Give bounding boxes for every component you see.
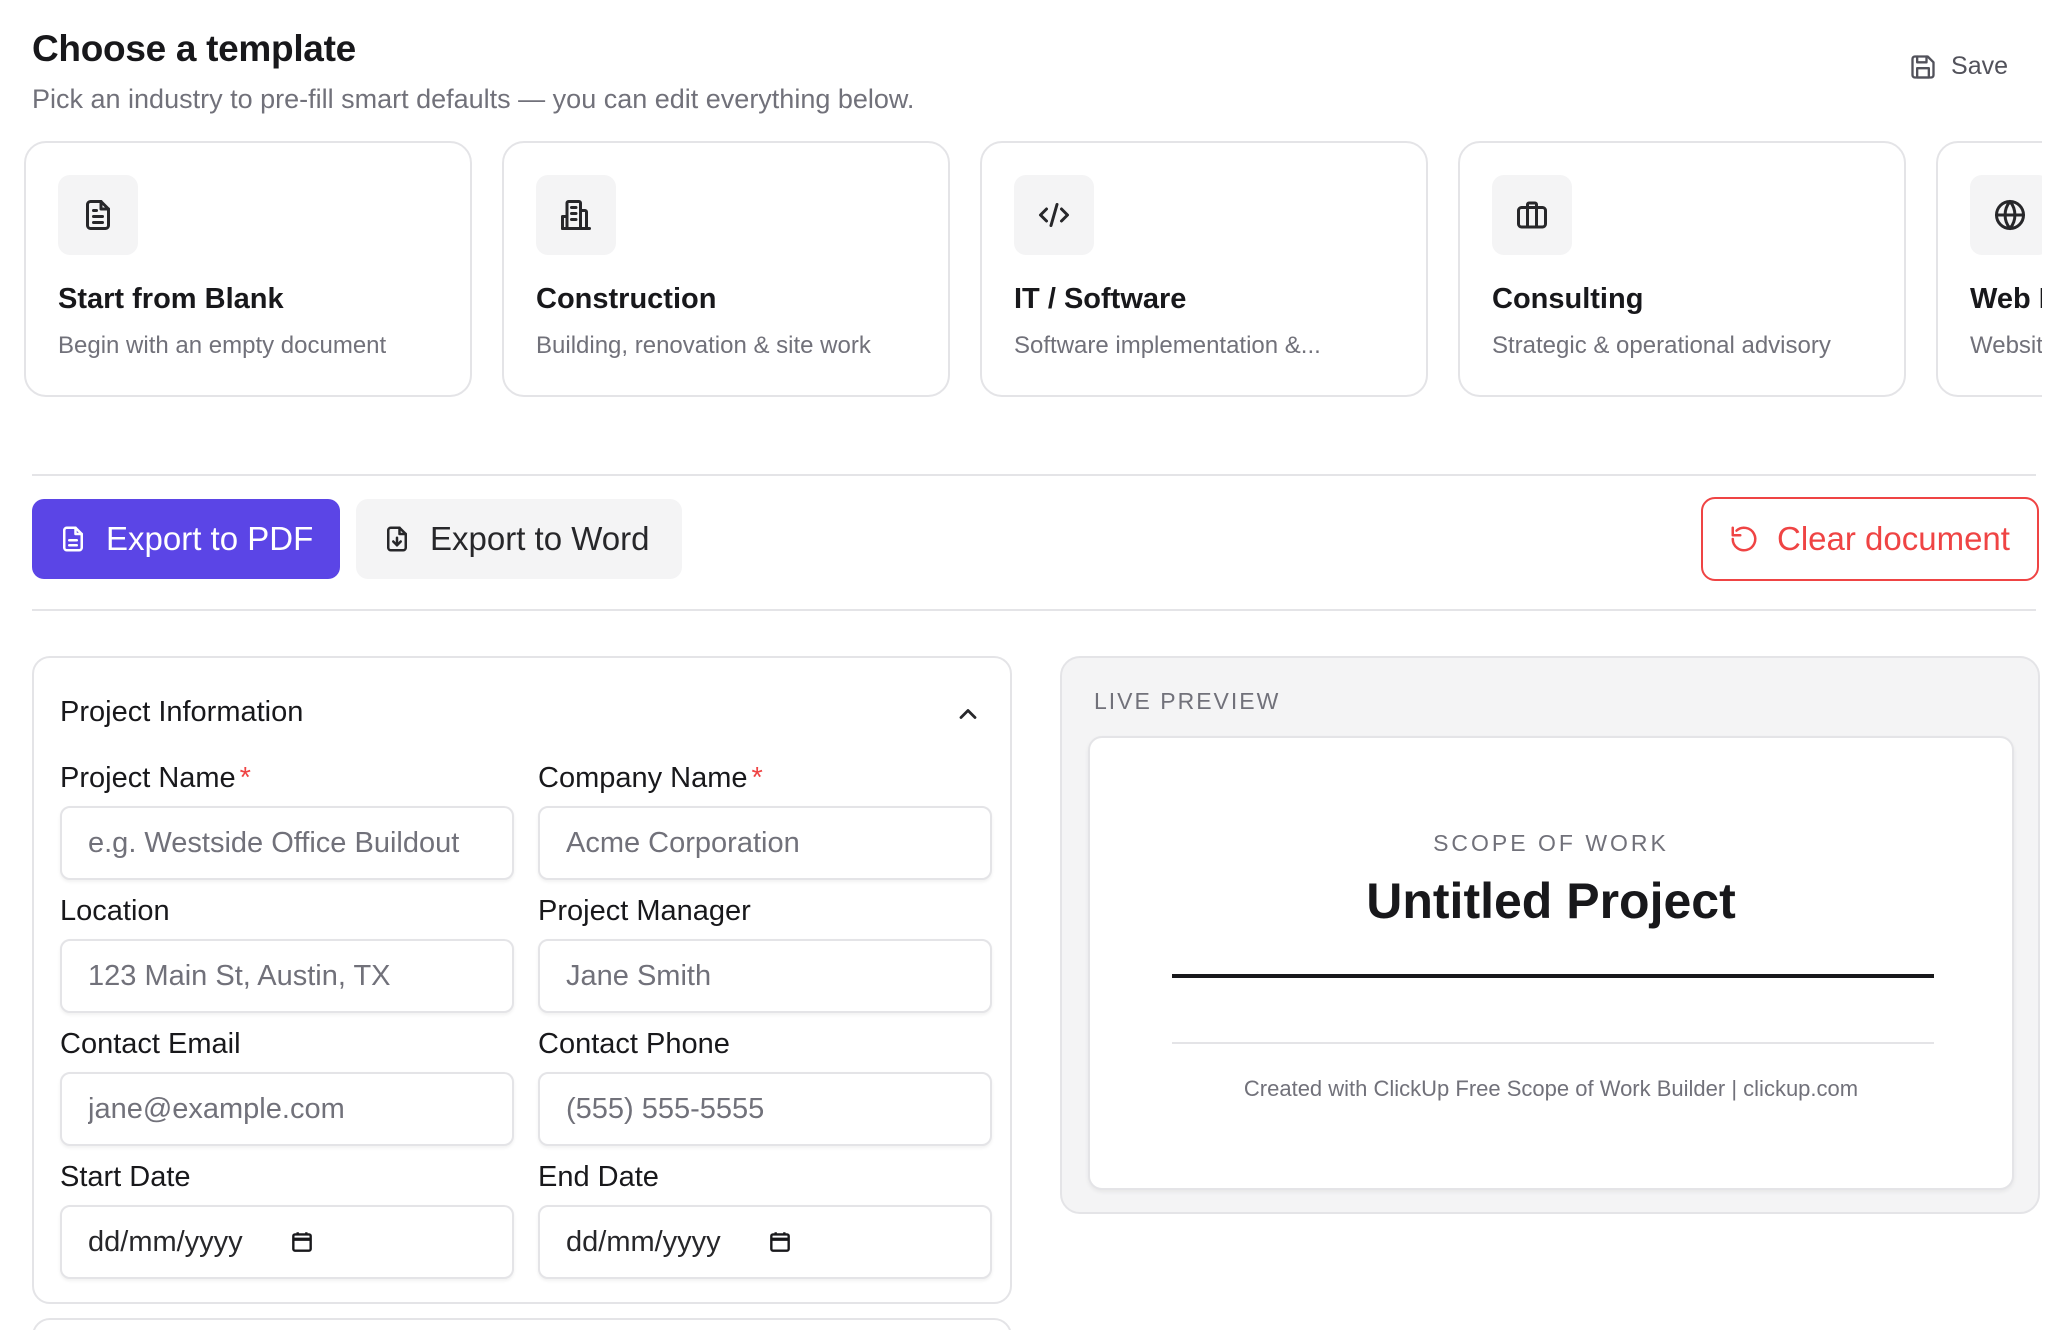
- location-field: Location: [60, 895, 514, 1013]
- export-pdf-button[interactable]: Export to PDF: [32, 499, 340, 579]
- file-text-icon: [63, 526, 83, 552]
- template-list: Start from Blank Begin with an empty doc…: [24, 141, 2042, 397]
- template-name: Start from Blank: [58, 283, 284, 315]
- export-pdf-label: Export to PDF: [106, 520, 314, 557]
- end-date-input[interactable]: dd/mm/yyyy: [538, 1205, 992, 1279]
- collapse-toggle[interactable]: [954, 700, 982, 728]
- calendar-icon[interactable]: [289, 1229, 315, 1255]
- template-icon-box: [1492, 175, 1572, 255]
- code-icon: [1039, 203, 1069, 227]
- divider: [32, 474, 2036, 476]
- project-manager-input[interactable]: [538, 939, 992, 1013]
- field-label: Location: [60, 895, 170, 927]
- section-heading: Project Information: [60, 696, 304, 728]
- template-card-blank[interactable]: Start from Blank Begin with an empty doc…: [24, 141, 472, 397]
- template-card-web-design[interactable]: Web De Website: [1936, 141, 2042, 397]
- start-date-field: Start Date dd/mm/yyyy: [60, 1161, 514, 1279]
- globe-icon: [1995, 200, 2025, 230]
- contact-email-field: Contact Email: [60, 1028, 514, 1146]
- end-date-field: End Date dd/mm/yyyy: [538, 1161, 992, 1279]
- company-name-input[interactable]: [538, 806, 992, 880]
- field-label: Project Name *: [60, 762, 514, 798]
- file-download-icon: [387, 526, 407, 552]
- save-icon: [1911, 54, 1935, 79]
- template-description: Website: [1970, 332, 2042, 359]
- contact-phone-input[interactable]: [538, 1072, 992, 1146]
- start-date-input[interactable]: dd/mm/yyyy: [60, 1205, 514, 1279]
- template-description: Strategic & operational advisory: [1492, 332, 1831, 359]
- project-information-panel: Project Information Project Name* Compan…: [32, 656, 1012, 1304]
- template-name: Construction: [536, 283, 717, 315]
- contact-email-input[interactable]: [60, 1072, 514, 1146]
- template-card-consulting[interactable]: Consulting Strategic & operational advis…: [1458, 141, 1906, 397]
- export-word-label: Export to Word: [430, 520, 650, 557]
- project-manager-field: Project Manager: [538, 895, 992, 1013]
- clear-document-button[interactable]: Clear document: [1701, 497, 2039, 581]
- preview-document: SCOPE OF WORK Untitled Project Created w…: [1088, 736, 2014, 1190]
- next-section-panel: [32, 1318, 1012, 1330]
- template-description: Begin with an empty document: [58, 332, 387, 359]
- template-description: Building, renovation & site work: [536, 332, 871, 359]
- building-icon: [561, 200, 591, 230]
- field-label: End Date: [538, 1161, 659, 1193]
- divider: [32, 609, 2036, 611]
- template-icon-box: [1970, 175, 2042, 255]
- field-label: Project Manager: [538, 895, 751, 927]
- preview-footer: Created with ClickUp Free Scope of Work …: [1243, 1076, 1859, 1101]
- label-text: Project Name: [60, 762, 236, 794]
- preview-title: Untitled Project: [1366, 873, 1736, 929]
- date-value: dd/mm/yyyy: [88, 1225, 243, 1258]
- document-icon: [86, 200, 110, 230]
- preview-kicker: SCOPE OF WORK: [1433, 830, 1669, 856]
- template-card-it-software[interactable]: IT / Software Software implementation &.…: [980, 141, 1428, 397]
- field-label: Contact Phone: [538, 1028, 730, 1060]
- export-word-button[interactable]: Export to Word: [356, 499, 682, 579]
- page-title: Choose a template: [32, 28, 356, 69]
- save-button[interactable]: Save: [1909, 52, 2008, 81]
- field-label: Start Date: [60, 1161, 191, 1193]
- template-icon-box: [58, 175, 138, 255]
- preview-divider: [1172, 1042, 1934, 1044]
- required-mark: *: [239, 762, 251, 794]
- required-mark: *: [751, 762, 763, 794]
- template-name: IT / Software: [1014, 283, 1187, 315]
- project-name-input[interactable]: [60, 806, 514, 880]
- clear-document-label: Clear document: [1777, 520, 2010, 557]
- preview-label: LIVE PREVIEW: [1094, 688, 1281, 714]
- template-icon-box: [1014, 175, 1094, 255]
- date-value: dd/mm/yyyy: [566, 1225, 721, 1258]
- live-preview-panel: LIVE PREVIEW SCOPE OF WORK Untitled Proj…: [1060, 656, 2040, 1214]
- page-header: Choose a template Pick an industry to pr…: [32, 28, 914, 115]
- template-name: Consulting: [1492, 283, 1644, 315]
- field-label: Company Name *: [538, 762, 992, 798]
- chevron-up-icon: [959, 709, 977, 719]
- save-label: Save: [1951, 52, 2008, 80]
- template-card-construction[interactable]: Construction Building, renovation & site…: [502, 141, 950, 397]
- company-name-field: Company Name *: [538, 762, 992, 880]
- label-text: Company Name: [538, 762, 748, 794]
- preview-title-rule: [1172, 974, 1934, 978]
- contact-phone-field: Contact Phone: [538, 1028, 992, 1146]
- project-name-field: Project Name *: [60, 762, 514, 880]
- location-input[interactable]: [60, 939, 514, 1013]
- template-name: Web De: [1970, 283, 2042, 315]
- field-label: Contact Email: [60, 1028, 241, 1060]
- reset-icon: [1731, 526, 1757, 552]
- page-subtitle: Pick an industry to pre-fill smart defau…: [32, 84, 915, 114]
- template-icon-box: [536, 175, 616, 255]
- briefcase-icon: [1517, 201, 1547, 229]
- template-description: Software implementation &...: [1014, 332, 1321, 359]
- calendar-icon[interactable]: [767, 1229, 793, 1255]
